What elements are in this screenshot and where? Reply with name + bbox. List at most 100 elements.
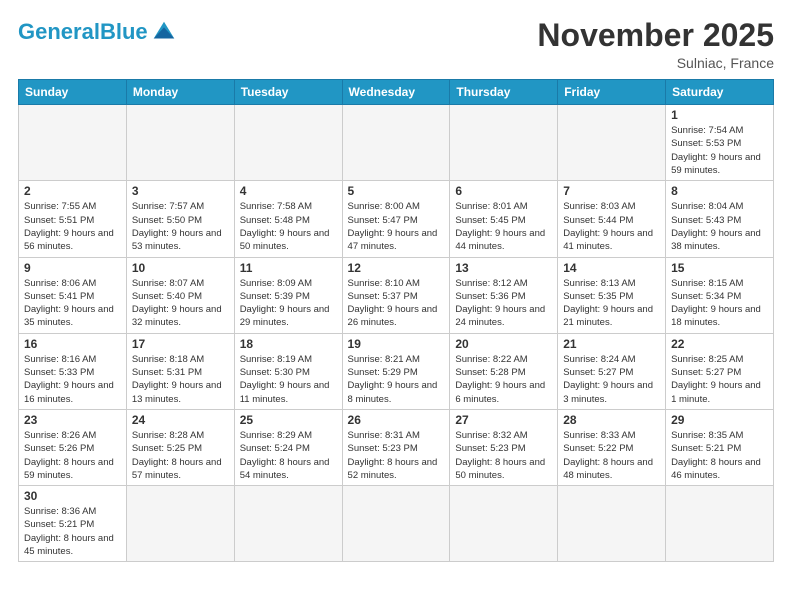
day-info: Sunrise: 8:22 AMSunset: 5:28 PMDaylight:… — [455, 353, 552, 406]
day-number: 1 — [671, 108, 768, 122]
day-number: 23 — [24, 413, 121, 427]
calendar-cell: 14 Sunrise: 8:13 AMSunset: 5:35 PMDayligh… — [558, 257, 666, 333]
calendar-cell: 10Sunrise: 8:07 AMSunset: 5:40 PMDayligh… — [126, 257, 234, 333]
weekday-header-tuesday: Tuesday — [234, 80, 342, 105]
day-number: 19 — [348, 337, 445, 351]
calendar-cell — [450, 486, 558, 562]
day-number: 27 — [455, 413, 552, 427]
day-info: Sunrise: 8:24 AMSunset: 5:27 PMDaylight:… — [563, 353, 660, 406]
calendar-cell — [234, 486, 342, 562]
calendar-cell: 21Sunrise: 8:24 AMSunset: 5:27 PMDayligh… — [558, 333, 666, 409]
calendar-cell — [126, 486, 234, 562]
weekday-header-row: SundayMondayTuesdayWednesdayThursdayFrid… — [19, 80, 774, 105]
week-row-6: 30 Sunrise: 8:36 AMSunset: 5:21 PMDayligh… — [19, 486, 774, 562]
day-info: Sunrise: 8:01 AMSunset: 5:45 PMDaylight:… — [455, 200, 552, 253]
calendar-cell: 15 Sunrise: 8:15 AMSunset: 5:34 PMDayligh… — [666, 257, 774, 333]
day-number: 26 — [348, 413, 445, 427]
day-number: 25 — [240, 413, 337, 427]
calendar-cell: 29Sunrise: 8:35 AMSunset: 5:21 PMDayligh… — [666, 409, 774, 485]
day-number: 12 — [348, 261, 445, 275]
day-number: 13 — [455, 261, 552, 275]
day-info: Sunrise: 7:55 AMSunset: 5:51 PMDaylight:… — [24, 200, 121, 253]
logo: GeneralBlue — [18, 18, 178, 46]
day-number: 15 — [671, 261, 768, 275]
day-number: 7 — [563, 184, 660, 198]
day-number: 6 — [455, 184, 552, 198]
day-number: 17 — [132, 337, 229, 351]
calendar-cell: 30 Sunrise: 8:36 AMSunset: 5:21 PMDayligh… — [19, 486, 127, 562]
day-info: Sunrise: 8:29 AMSunset: 5:24 PMDaylight:… — [240, 429, 337, 482]
calendar-cell: 23 Sunrise: 8:26 AMSunset: 5:26 PMDayligh… — [19, 409, 127, 485]
calendar-cell: 24Sunrise: 8:28 AMSunset: 5:25 PMDayligh… — [126, 409, 234, 485]
calendar-cell: 9Sunrise: 8:06 AMSunset: 5:41 PMDaylight… — [19, 257, 127, 333]
day-number: 3 — [132, 184, 229, 198]
week-row-5: 23 Sunrise: 8:26 AMSunset: 5:26 PMDayligh… — [19, 409, 774, 485]
day-info: Sunrise: 8:25 AMSunset: 5:27 PMDaylight:… — [671, 353, 768, 406]
header: GeneralBlue November 2025 Sulniac, Franc… — [18, 18, 774, 71]
calendar-cell: 22 Sunrise: 8:25 AMSunset: 5:27 PMDayligh… — [666, 333, 774, 409]
day-info: Sunrise: 8:13 AMSunset: 5:35 PMDaylight:… — [563, 277, 660, 330]
day-info: Sunrise: 8:10 AMSunset: 5:37 PMDaylight:… — [348, 277, 445, 330]
calendar-cell — [342, 486, 450, 562]
day-info: Sunrise: 8:26 AMSunset: 5:26 PMDaylight:… — [24, 429, 121, 482]
location: Sulniac, France — [537, 55, 774, 71]
calendar-cell: 16Sunrise: 8:16 AMSunset: 5:33 PMDayligh… — [19, 333, 127, 409]
day-number: 9 — [24, 261, 121, 275]
calendar-cell: 25 Sunrise: 8:29 AMSunset: 5:24 PMDayligh… — [234, 409, 342, 485]
calendar-cell — [450, 105, 558, 181]
day-info: Sunrise: 8:18 AMSunset: 5:31 PMDaylight:… — [132, 353, 229, 406]
day-number: 16 — [24, 337, 121, 351]
weekday-header-wednesday: Wednesday — [342, 80, 450, 105]
calendar-cell — [558, 486, 666, 562]
calendar-table: SundayMondayTuesdayWednesdayThursdayFrid… — [18, 79, 774, 562]
day-number: 14 — [563, 261, 660, 275]
calendar-cell: 27 Sunrise: 8:32 AMSunset: 5:23 PMDayligh… — [450, 409, 558, 485]
calendar-cell — [234, 105, 342, 181]
day-info: Sunrise: 8:09 AMSunset: 5:39 PMDaylight:… — [240, 277, 337, 330]
day-number: 28 — [563, 413, 660, 427]
calendar-cell: 5 Sunrise: 8:00 AMSunset: 5:47 PMDaylight… — [342, 181, 450, 257]
day-info: Sunrise: 8:12 AMSunset: 5:36 PMDaylight:… — [455, 277, 552, 330]
calendar-cell: 6 Sunrise: 8:01 AMSunset: 5:45 PMDaylight… — [450, 181, 558, 257]
day-info: Sunrise: 7:54 AMSunset: 5:53 PMDaylight:… — [671, 124, 768, 177]
title-area: November 2025 Sulniac, France — [537, 18, 774, 71]
weekday-header-monday: Monday — [126, 80, 234, 105]
day-info: Sunrise: 7:57 AMSunset: 5:50 PMDaylight:… — [132, 200, 229, 253]
day-number: 5 — [348, 184, 445, 198]
calendar-cell: 12 Sunrise: 8:10 AMSunset: 5:37 PMDayligh… — [342, 257, 450, 333]
weekday-header-saturday: Saturday — [666, 80, 774, 105]
week-row-2: 2Sunrise: 7:55 AMSunset: 5:51 PMDaylight… — [19, 181, 774, 257]
day-info: Sunrise: 8:32 AMSunset: 5:23 PMDaylight:… — [455, 429, 552, 482]
day-info: Sunrise: 8:00 AMSunset: 5:47 PMDaylight:… — [348, 200, 445, 253]
calendar-cell: 2Sunrise: 7:55 AMSunset: 5:51 PMDaylight… — [19, 181, 127, 257]
day-info: Sunrise: 8:21 AMSunset: 5:29 PMDaylight:… — [348, 353, 445, 406]
calendar-cell: 26Sunrise: 8:31 AMSunset: 5:23 PMDayligh… — [342, 409, 450, 485]
day-info: Sunrise: 8:04 AMSunset: 5:43 PMDaylight:… — [671, 200, 768, 253]
day-info: Sunrise: 8:03 AMSunset: 5:44 PMDaylight:… — [563, 200, 660, 253]
day-info: Sunrise: 7:58 AMSunset: 5:48 PMDaylight:… — [240, 200, 337, 253]
weekday-header-friday: Friday — [558, 80, 666, 105]
day-number: 10 — [132, 261, 229, 275]
day-info: Sunrise: 8:19 AMSunset: 5:30 PMDaylight:… — [240, 353, 337, 406]
day-info: Sunrise: 8:35 AMSunset: 5:21 PMDaylight:… — [671, 429, 768, 482]
calendar-cell: 20 Sunrise: 8:22 AMSunset: 5:28 PMDayligh… — [450, 333, 558, 409]
calendar-cell: 28 Sunrise: 8:33 AMSunset: 5:22 PMDayligh… — [558, 409, 666, 485]
calendar-cell — [666, 486, 774, 562]
calendar-cell — [126, 105, 234, 181]
logo-text: GeneralBlue — [18, 20, 148, 44]
day-number: 4 — [240, 184, 337, 198]
day-number: 20 — [455, 337, 552, 351]
day-number: 22 — [671, 337, 768, 351]
calendar-cell: 19 Sunrise: 8:21 AMSunset: 5:29 PMDayligh… — [342, 333, 450, 409]
day-info: Sunrise: 8:33 AMSunset: 5:22 PMDaylight:… — [563, 429, 660, 482]
calendar-cell: 11Sunrise: 8:09 AMSunset: 5:39 PMDayligh… — [234, 257, 342, 333]
weekday-header-sunday: Sunday — [19, 80, 127, 105]
calendar-cell: 7 Sunrise: 8:03 AMSunset: 5:44 PMDaylight… — [558, 181, 666, 257]
calendar-cell: 13 Sunrise: 8:12 AMSunset: 5:36 PMDayligh… — [450, 257, 558, 333]
day-info: Sunrise: 8:15 AMSunset: 5:34 PMDaylight:… — [671, 277, 768, 330]
logo-icon — [150, 18, 178, 46]
calendar-cell: 4 Sunrise: 7:58 AMSunset: 5:48 PMDaylight… — [234, 181, 342, 257]
day-number: 30 — [24, 489, 121, 503]
day-info: Sunrise: 8:36 AMSunset: 5:21 PMDaylight:… — [24, 505, 121, 558]
calendar-cell — [342, 105, 450, 181]
